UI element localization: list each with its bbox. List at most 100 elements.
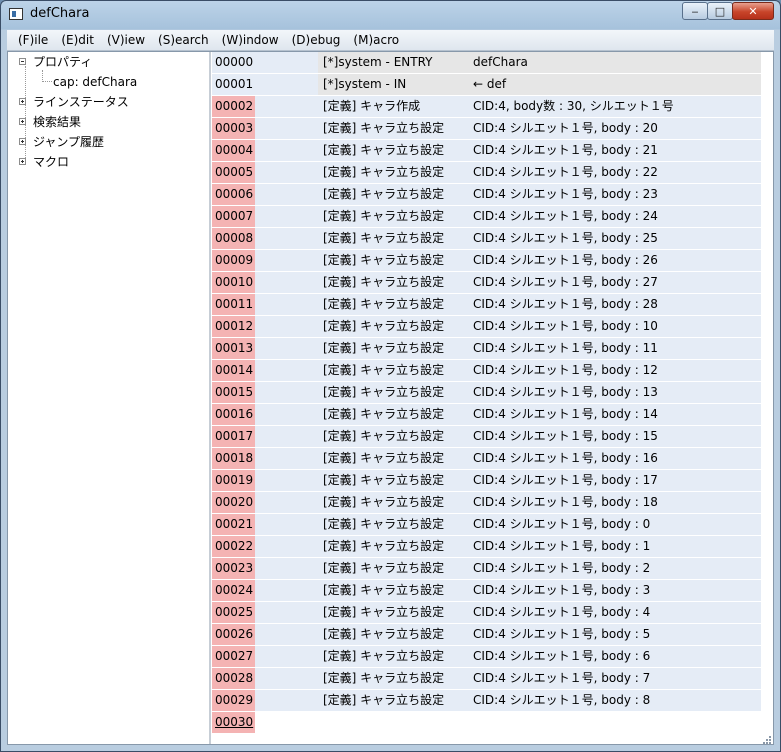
table-row[interactable]: 00025 [定義] キャラ立ち設定 CID:4 シルエット１号, body : 4 — [212, 602, 761, 624]
indent-cell — [255, 162, 318, 183]
resize-grip[interactable] — [760, 733, 772, 745]
argument-cell: CID:4 シルエット１号, body : 1 — [468, 536, 761, 557]
tree-item-macro[interactable]: マクロ — [33, 153, 69, 171]
indent-cell — [255, 448, 318, 469]
table-row[interactable]: 00026 [定義] キャラ立ち設定 CID:4 シルエット１号, body : 5 — [212, 624, 761, 646]
table-row[interactable]: 00011 [定義] キャラ立ち設定 CID:4 シルエット１号, body : 2… — [212, 294, 761, 316]
argument-cell: CID:4 シルエット１号, body : 4 — [468, 602, 761, 623]
command-cell: [定義] キャラ立ち設定 — [318, 250, 468, 271]
table-row[interactable]: 00027 [定義] キャラ立ち設定 CID:4 シルエット１号, body : 6 — [212, 646, 761, 668]
table-row[interactable]: 00023 [定義] キャラ立ち設定 CID:4 シルエット１号, body : 2 — [212, 558, 761, 580]
table-row[interactable]: 00001 [*]system - IN ← def — [212, 74, 761, 96]
argument-cell: CID:4 シルエット１号, body : 23 — [468, 184, 761, 205]
table-row[interactable]: 00029 [定義] キャラ立ち設定 CID:4 シルエット１号, body : 8 — [212, 690, 761, 712]
table-row[interactable]: 00024 [定義] キャラ立ち設定 CID:4 シルエット１号, body : 3 — [212, 580, 761, 602]
menu-view[interactable]: (V)iew — [105, 33, 147, 47]
table-row[interactable]: 00017 [定義] キャラ立ち設定 CID:4 シルエット１号, body : 1… — [212, 426, 761, 448]
line-number: 00030 — [212, 712, 255, 733]
tree-item-search-results[interactable]: 検索結果 — [33, 113, 81, 131]
line-number: 00016 — [212, 404, 255, 425]
table-row[interactable]: 00000 [*]system - ENTRY defChara — [212, 52, 761, 74]
maximize-button[interactable]: □ — [707, 2, 733, 20]
table-row[interactable]: 00019 [定義] キャラ立ち設定 CID:4 シルエット１号, body : 1… — [212, 470, 761, 492]
table-row[interactable]: 00006 [定義] キャラ立ち設定 CID:4 シルエット１号, body : 2… — [212, 184, 761, 206]
table-row[interactable]: 00030 — [212, 712, 761, 734]
table-row[interactable]: 00007 [定義] キャラ立ち設定 CID:4 シルエット１号, body : 2… — [212, 206, 761, 228]
menu-macro[interactable]: (M)acro — [351, 33, 401, 47]
table-row[interactable]: 00018 [定義] キャラ立ち設定 CID:4 シルエット１号, body : 1… — [212, 448, 761, 470]
argument-cell: CID:4 シルエット１号, body : 6 — [468, 646, 761, 667]
command-cell: [定義] キャラ立ち設定 — [318, 272, 468, 293]
command-cell: [定義] キャラ立ち設定 — [318, 602, 468, 623]
minimize-icon: ‒ — [691, 4, 699, 18]
table-row[interactable]: 00016 [定義] キャラ立ち設定 CID:4 シルエット１号, body : 1… — [212, 404, 761, 426]
collapse-icon[interactable] — [19, 58, 26, 65]
menu-file[interactable]: (F)ile — [16, 33, 50, 47]
minimize-button[interactable]: ‒ — [682, 2, 708, 20]
command-cell: [定義] キャラ立ち設定 — [318, 360, 468, 381]
argument-cell: CID:4 シルエット１号, body : 21 — [468, 140, 761, 161]
argument-cell: CID:4 シルエット１号, body : 0 — [468, 514, 761, 535]
line-number: 00029 — [212, 690, 255, 711]
table-row[interactable]: 00009 [定義] キャラ立ち設定 CID:4 シルエット１号, body : 2… — [212, 250, 761, 272]
table-row[interactable]: 00020 [定義] キャラ立ち設定 CID:4 シルエット１号, body : 1… — [212, 492, 761, 514]
line-number: 00020 — [212, 492, 255, 513]
table-row[interactable]: 00015 [定義] キャラ立ち設定 CID:4 シルエット１号, body : 1… — [212, 382, 761, 404]
tree-item-properties[interactable]: プロパティ — [33, 53, 92, 71]
table-row[interactable]: 00005 [定義] キャラ立ち設定 CID:4 シルエット１号, body : 2… — [212, 162, 761, 184]
expand-icon[interactable] — [19, 98, 26, 105]
table-row[interactable]: 00012 [定義] キャラ立ち設定 CID:4 シルエット１号, body : 1… — [212, 316, 761, 338]
argument-cell: CID:4 シルエット１号, body : 18 — [468, 492, 761, 513]
line-number: 00013 — [212, 338, 255, 359]
title-bar[interactable]: defChara ‒ □ ✕ — [1, 1, 780, 29]
menu-debug[interactable]: (D)ebug — [290, 33, 343, 47]
expand-icon[interactable] — [19, 138, 26, 145]
expand-icon[interactable] — [19, 158, 26, 165]
indent-cell — [255, 74, 318, 95]
table-row[interactable]: 00028 [定義] キャラ立ち設定 CID:4 シルエット１号, body : 7 — [212, 668, 761, 690]
indent-cell — [255, 316, 318, 337]
indent-cell — [255, 514, 318, 535]
tree-connector — [43, 81, 52, 82]
indent-cell — [255, 426, 318, 447]
menu-search[interactable]: (S)earch — [156, 33, 211, 47]
maximize-icon: □ — [714, 4, 726, 18]
line-number: 00023 — [212, 558, 255, 579]
tree-item-line-status[interactable]: ラインステータス — [33, 93, 129, 111]
argument-cell: CID:4 シルエット１号, body : 16 — [468, 448, 761, 469]
table-row[interactable]: 00004 [定義] キャラ立ち設定 CID:4 シルエット１号, body : 2… — [212, 140, 761, 162]
line-number: 00021 — [212, 514, 255, 535]
table-row[interactable]: 00003 [定義] キャラ立ち設定 CID:4 シルエット１号, body : 2… — [212, 118, 761, 140]
command-cell: [定義] キャラ立ち設定 — [318, 668, 468, 689]
argument-cell: CID:4 シルエット１号, body : 2 — [468, 558, 761, 579]
expand-icon[interactable] — [19, 118, 26, 125]
app-icon[interactable] — [9, 8, 23, 20]
menu-edit[interactable]: (E)dit — [59, 33, 96, 47]
argument-cell: CID:4 シルエット１号, body : 20 — [468, 118, 761, 139]
argument-cell: defChara — [468, 52, 761, 73]
table-row[interactable]: 00008 [定義] キャラ立ち設定 CID:4 シルエット１号, body : 2… — [212, 228, 761, 250]
line-number: 00028 — [212, 668, 255, 689]
table-row[interactable]: 00013 [定義] キャラ立ち設定 CID:4 シルエット１号, body : 1… — [212, 338, 761, 360]
argument-cell: CID:4 シルエット１号, body : 15 — [468, 426, 761, 447]
menu-window[interactable]: (W)indow — [220, 33, 281, 47]
table-row[interactable]: 00021 [定義] キャラ立ち設定 CID:4 シルエット１号, body : 0 — [212, 514, 761, 536]
table-row[interactable]: 00010 [定義] キャラ立ち設定 CID:4 シルエット１号, body : 2… — [212, 272, 761, 294]
line-number: 00003 — [212, 118, 255, 139]
line-number: 00026 — [212, 624, 255, 645]
tree-item-jump-history[interactable]: ジャンプ履歴 — [33, 133, 104, 151]
line-number: 00009 — [212, 250, 255, 271]
argument-cell: CID:4 シルエット１号, body : 7 — [468, 668, 761, 689]
tree-item-cap[interactable]: cap: defChara — [53, 73, 137, 91]
table-row[interactable]: 00022 [定義] キャラ立ち設定 CID:4 シルエット１号, body : 1 — [212, 536, 761, 558]
argument-cell — [468, 712, 761, 733]
table-row[interactable]: 00002 [定義] キャラ作成 CID:4, body数 : 30, シルエット１… — [212, 96, 761, 118]
table-row[interactable]: 00014 [定義] キャラ立ち設定 CID:4 シルエット１号, body : 1… — [212, 360, 761, 382]
indent-cell — [255, 558, 318, 579]
line-number: 00004 — [212, 140, 255, 161]
command-cell: [定義] キャラ立ち設定 — [318, 690, 468, 711]
close-button[interactable]: ✕ — [732, 2, 774, 20]
argument-cell: CID:4, body数 : 30, シルエット１号 — [468, 96, 761, 117]
tree-connector — [25, 66, 26, 162]
command-cell: [定義] キャラ立ち設定 — [318, 404, 468, 425]
